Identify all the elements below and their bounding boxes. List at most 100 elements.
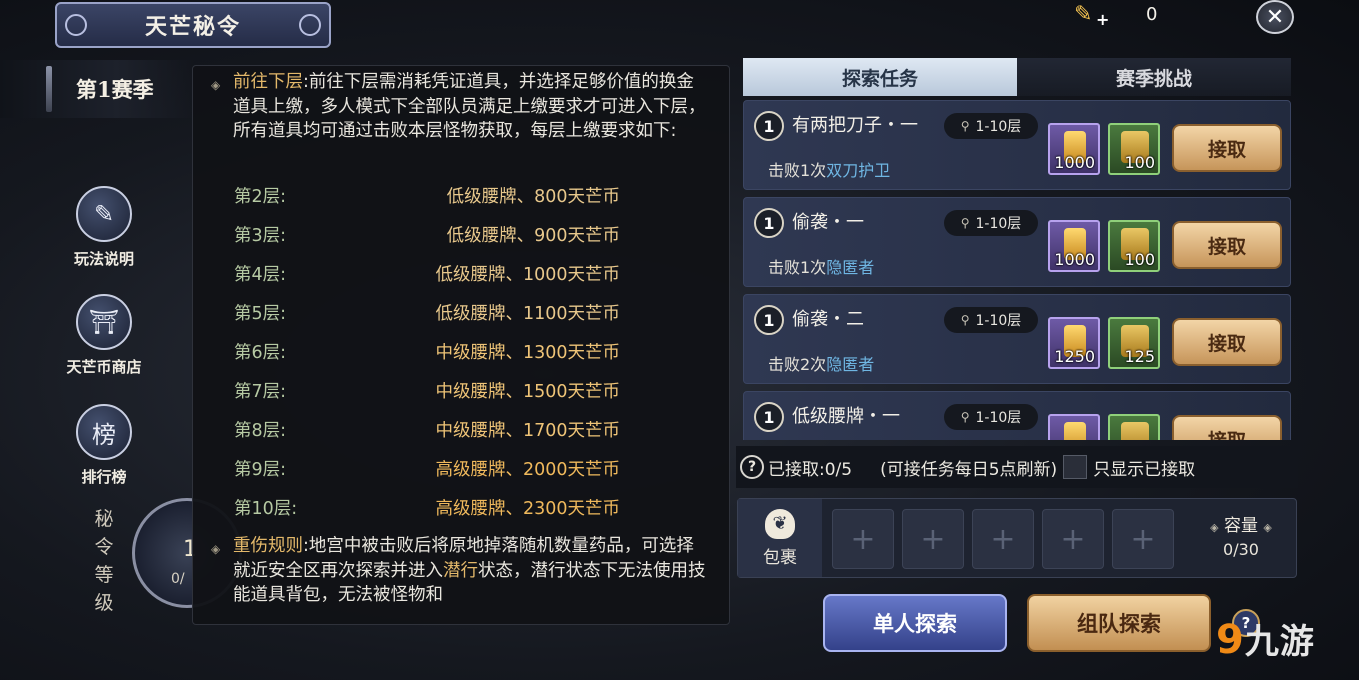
watermark-logo: 9 (1216, 617, 1245, 663)
task-name: 有两把刀子・一 (792, 115, 918, 136)
coin-scroll-icon (1064, 422, 1086, 440)
location-pin-icon: ⚲ (960, 119, 970, 133)
task-tabs: 探索任务 赛季挑战 (743, 58, 1291, 96)
floor-label: 第4层: (234, 265, 287, 285)
close-button[interactable]: ✕ (1256, 0, 1294, 34)
how-to-play-label: 玩法说明 (73, 250, 134, 268)
rules-tooltip: ◈ 前往下层:前往下层需消耗凭证道具，并选择足够价值的换金道具上缴，多人模式下全… (192, 65, 730, 625)
team-explore-button[interactable]: 组队探索 (1027, 594, 1211, 652)
ornament-icon (299, 14, 321, 36)
injury-rule-highlight: 潜行 (443, 560, 478, 581)
task-description: 击败1次隐匿者 (768, 254, 874, 278)
task-card: 1 偷袭・二 ⚲ 1-10层击败2次隐匿者 1250 125 接取 (743, 294, 1291, 384)
ornament-icon (65, 14, 87, 36)
reward-coin-item[interactable]: 1250 (1048, 317, 1100, 369)
floor-label: 第5层: (234, 304, 287, 324)
tab-explore-tasks[interactable]: 探索任务 (743, 58, 1017, 96)
accept-task-button[interactable]: 接取 (1172, 221, 1282, 269)
bag-slot[interactable]: + (832, 509, 894, 569)
floor-range: ⚲ 1-10层 (944, 307, 1038, 333)
task-card: 1 有两把刀子・一 ⚲ 1-10层 击败1次双刀护卫 1000 100 接取 (743, 100, 1291, 190)
floor-range: ⚲ 1-10层 (944, 404, 1038, 430)
floor-range: ⚲ 1-10层 (944, 210, 1038, 236)
bag-button[interactable]: ❦ 包裹 (738, 499, 822, 577)
location-pin-icon: ⚲ (960, 216, 970, 230)
reward-token-item[interactable]: 125 (1108, 317, 1160, 369)
task-desc-prefix: 击败1次 (768, 161, 827, 180)
descend-rule: ◈ 前往下层:前往下层需消耗凭证道具，并选择足够价值的换金道具上缴，多人模式下全… (211, 70, 711, 144)
solo-explore-button[interactable]: 单人探索 (823, 594, 1007, 652)
reward-amount: 1000 (1054, 153, 1095, 172)
floor-requirement: 高级腰牌、2000天芒币 (435, 460, 620, 480)
location-pin-icon: ⚲ (960, 410, 970, 424)
task-description: 击败2次隐匿者 (768, 351, 874, 375)
show-accepted-checkbox[interactable] (1063, 455, 1088, 479)
floor-range-text: 1-10层 (975, 313, 1022, 329)
floor-requirement-row: 第6层: 中级腰牌、1300天芒币 (234, 339, 634, 367)
floor-label: 第9层: (234, 460, 287, 480)
task-description: 击败1次双刀护卫 (768, 157, 890, 181)
ranking-button[interactable]: 榜 排行榜 (44, 404, 164, 487)
bag-slot[interactable]: + (1112, 509, 1174, 569)
injury-rule-title: 重伤规则 (233, 536, 303, 556)
reward-token-item[interactable]: 100 (1108, 220, 1160, 272)
capacity-value: 0/30 (1223, 540, 1259, 559)
gold-token-icon (1121, 422, 1149, 440)
task-target: 隐匿者 (826, 355, 875, 374)
task-target: 双刀护卫 (826, 161, 891, 180)
refresh-note: (可接任务每日5点刷新) (880, 459, 1058, 480)
task-name: 偷袭・二 (792, 309, 864, 330)
ranking-shield-icon: 榜 (76, 404, 132, 460)
floor-requirement: 中级腰牌、1700天芒币 (435, 421, 620, 441)
reward-token-item[interactable]: 100 (1108, 123, 1160, 175)
how-to-play-button[interactable]: ✎ 玩法说明 (44, 186, 164, 269)
close-icon: ✕ (1265, 4, 1285, 30)
floor-label: 第3层: (234, 226, 287, 246)
tab-season-challenge[interactable]: 赛季挑战 (1017, 58, 1291, 96)
shop-button[interactable]: ⛩ 天芒币商店 (44, 294, 164, 377)
floor-requirement-row: 第8层: 中级腰牌、1700天芒币 (234, 417, 634, 445)
shop-icon: ⛩ (76, 294, 132, 350)
floor-range-text: 1-10层 (975, 119, 1022, 135)
accept-task-button[interactable]: 接取 (1172, 415, 1282, 440)
reward-amount: 100 (1124, 153, 1155, 172)
bag-icon: ❦ (765, 508, 795, 539)
reward-coin-item[interactable]: 1000 (1048, 220, 1100, 272)
floor-label: 第6层: (234, 343, 287, 363)
floor-requirement-row: 第5层: 低级腰牌、1100天芒币 (234, 300, 634, 328)
diamond-icon: ◈ (1263, 521, 1272, 534)
show-accepted-label[interactable]: 只显示已接取 (1093, 455, 1195, 480)
bag-slot[interactable]: + (972, 509, 1034, 569)
level-progress: 0/ (171, 571, 185, 587)
floor-label: 第10层: (234, 499, 298, 519)
bag-slot[interactable]: + (1042, 509, 1104, 569)
task-card: 1 低级腰牌・一 ⚲ 1-10层 接取 (743, 391, 1291, 440)
task-desc-prefix: 击败1次 (768, 258, 827, 277)
reward-token-item[interactable] (1108, 414, 1160, 440)
floor-label: 第8层: (234, 421, 287, 441)
floor-range-text: 1-10层 (975, 410, 1022, 426)
floor-label: 第7层: (234, 382, 287, 402)
capacity-label: 容量 (1224, 516, 1258, 536)
reward-amount: 1000 (1054, 250, 1095, 269)
sword-icon (46, 66, 52, 112)
floor-requirement: 中级腰牌、1500天芒币 (435, 382, 620, 402)
task-list[interactable]: 1 有两把刀子・一 ⚲ 1-10层 击败1次双刀护卫 1000 100 接取 1 偷袭・一 ⚲ 1-1… (743, 100, 1291, 440)
plus-icon[interactable]: + (1096, 10, 1109, 29)
floor-range: ⚲ 1-10层 (944, 113, 1038, 139)
bag-slot[interactable]: + (902, 509, 964, 569)
floor-requirement: 低级腰牌、900天芒币 (446, 226, 620, 246)
reward-coin-item[interactable] (1048, 414, 1100, 440)
task-card: 1 偷袭・一 ⚲ 1-10层 击败1次隐匿者 1000 100 接取 (743, 197, 1291, 287)
task-difficulty-badge: 1 (754, 305, 784, 335)
help-icon[interactable]: ? (740, 455, 764, 479)
reward-amount: 100 (1124, 250, 1155, 269)
accept-task-button[interactable]: 接取 (1172, 318, 1282, 366)
accepted-count: 已接取:0/5 (768, 459, 853, 480)
descend-rule-text: :前往下层需消耗凭证道具，并选择足够价值的换金道具上缴，多人模式下全部队员满足上… (233, 72, 706, 141)
diamond-bullet-icon: ◈ (211, 542, 221, 556)
reward-coin-item[interactable]: 1000 (1048, 123, 1100, 175)
floor-requirement-row: 第10层: 高级腰牌、2300天芒币 (234, 495, 634, 523)
capacity-box: ◈ 容量 ◈ 0/30 (1186, 511, 1296, 559)
accept-task-button[interactable]: 接取 (1172, 124, 1282, 172)
